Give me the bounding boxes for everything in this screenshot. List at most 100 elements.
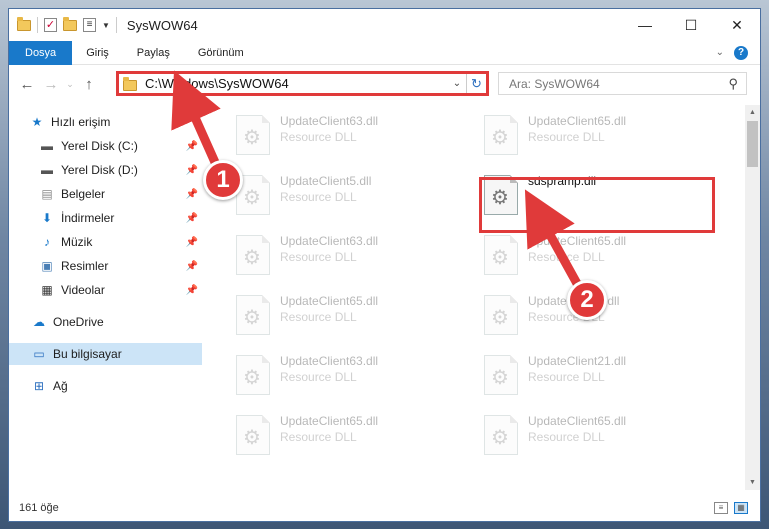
file-type: Resource DLL bbox=[280, 190, 357, 204]
drive-icon: ▬ bbox=[41, 163, 53, 177]
sidebar-item-network[interactable]: ⊞ Ağ bbox=[9, 375, 202, 397]
dll-file-icon bbox=[484, 295, 518, 335]
back-button[interactable]: ← bbox=[15, 76, 39, 93]
file-item[interactable]: UpdateClient63.dll Resource DLL bbox=[222, 231, 462, 281]
file-name: UpdateClient21.dll bbox=[528, 354, 627, 368]
file-name: UpdateClient65.dll bbox=[528, 114, 627, 128]
sidebar-item-pictures[interactable]: ▣ Resimler 📌 bbox=[9, 255, 202, 277]
pin-icon[interactable]: 📌 bbox=[186, 261, 198, 272]
tab-view[interactable]: Görünüm bbox=[184, 41, 258, 65]
scroll-thumb[interactable] bbox=[747, 121, 758, 167]
star-icon: ★ bbox=[31, 115, 43, 129]
file-item[interactable]: UpdateClient63.dll Resource DLL bbox=[222, 111, 462, 161]
video-icon: ▦ bbox=[41, 283, 53, 297]
large-icons-view-icon[interactable]: ▦ bbox=[734, 502, 748, 514]
file-item[interactable]: UpdateClient5.dll Resource DLL bbox=[222, 171, 462, 221]
refresh-button[interactable]: ↻ bbox=[466, 74, 486, 93]
file-item[interactable]: UpdateClient21.dll Resource DLL bbox=[470, 351, 710, 401]
search-input[interactable]: Ara: SysWOW64 ⚲ bbox=[498, 72, 747, 95]
sidebar-item-label: Yerel Disk (C:) bbox=[61, 139, 138, 153]
tab-home[interactable]: Giriş bbox=[72, 41, 123, 65]
recent-locations-button[interactable]: ⌄ bbox=[63, 79, 77, 90]
properties-icon[interactable]: ✓ bbox=[44, 18, 57, 32]
highlight-box-file bbox=[479, 177, 715, 233]
sidebar-item-videos[interactable]: ▦ Videolar 📌 bbox=[9, 279, 202, 301]
sidebar-item-local-disk-d[interactable]: ▬ Yerel Disk (D:) 📌 bbox=[9, 159, 202, 181]
file-type: Resource DLL bbox=[528, 130, 605, 144]
search-placeholder: Ara: SysWOW64 bbox=[509, 76, 600, 91]
chevron-down-icon[interactable]: ⌄ bbox=[448, 78, 466, 89]
forward-button[interactable]: → bbox=[39, 76, 63, 93]
file-type: Resource DLL bbox=[280, 130, 357, 144]
file-item[interactable]: UpdateClient65.dll Resource DLL bbox=[470, 411, 710, 461]
status-bar: 161 öğe ≡ ▦ bbox=[9, 495, 760, 521]
pin-icon[interactable]: 📌 bbox=[186, 141, 198, 152]
address-bar[interactable]: C:\Windows\SysWOW64 ⌄ ↻ bbox=[116, 71, 489, 96]
pin-icon[interactable]: 📌 bbox=[186, 165, 198, 176]
file-name: UpdateClient63.dll bbox=[280, 354, 379, 368]
file-name: UpdateClient63.dll bbox=[280, 114, 379, 128]
sidebar-item-label: Resimler bbox=[61, 259, 109, 273]
dll-file-icon bbox=[484, 235, 518, 275]
sidebar-item-quick-access[interactable]: ★ Hızlı erişim bbox=[9, 111, 202, 133]
scroll-up-icon[interactable]: ▲ bbox=[745, 105, 760, 120]
sidebar-item-music[interactable]: ♪ Müzik 📌 bbox=[9, 231, 202, 253]
maximize-button[interactable]: ☐ bbox=[668, 9, 714, 41]
file-item[interactable]: UpdateClient65.dll Resource DLL bbox=[222, 411, 462, 461]
dll-file-icon bbox=[236, 295, 270, 335]
help-icon[interactable]: ? bbox=[734, 45, 748, 60]
file-type: Resource DLL bbox=[528, 250, 605, 264]
file-name: UpdateClient65.dll bbox=[528, 414, 627, 428]
network-icon: ⊞ bbox=[33, 379, 45, 393]
sidebar-item-label: Ağ bbox=[53, 379, 68, 393]
vertical-scrollbar[interactable]: ▲ ▼ bbox=[745, 105, 760, 490]
file-item[interactable]: UpdateClient65.dll Resource DLL bbox=[222, 291, 462, 341]
sidebar-item-documents[interactable]: ▤ Belgeler 📌 bbox=[9, 183, 202, 205]
file-item[interactable]: UpdateClient63.dll Resource DLL bbox=[222, 351, 462, 401]
documents-icon: ▤ bbox=[41, 187, 53, 201]
sidebar-item-onedrive[interactable]: ☁ OneDrive bbox=[9, 311, 202, 333]
step-badge-1: 1 bbox=[203, 160, 243, 200]
chevron-down-icon[interactable]: ▼ bbox=[102, 21, 110, 30]
pin-icon[interactable]: 📌 bbox=[186, 213, 198, 224]
computer-icon: ▭ bbox=[33, 347, 45, 361]
folder-icon bbox=[17, 16, 31, 31]
sidebar-item-label: Videolar bbox=[61, 283, 105, 297]
file-type: Resource DLL bbox=[280, 310, 357, 324]
dll-file-icon bbox=[484, 355, 518, 395]
dll-file-icon bbox=[484, 115, 518, 155]
dll-file-icon bbox=[236, 355, 270, 395]
file-item[interactable]: UpdateClient65.dll Resource DLL bbox=[470, 111, 710, 161]
navigation-bar: ← → ⌄ ↑ C:\Windows\SysWOW64 ⌄ ↻ Ara: Sys… bbox=[9, 69, 760, 99]
pin-icon[interactable]: 📌 bbox=[186, 285, 198, 296]
sidebar-item-label: Hızlı erişim bbox=[51, 115, 111, 129]
sidebar-item-label: Yerel Disk (D:) bbox=[61, 163, 138, 177]
customize-icon[interactable]: ≡ bbox=[83, 18, 96, 32]
divider bbox=[37, 17, 38, 33]
pin-icon[interactable]: 📌 bbox=[186, 237, 198, 248]
file-item[interactable]: UpdateClient65.dll Resource DLL bbox=[470, 231, 710, 281]
sidebar-item-downloads[interactable]: ⬇ İndirmeler 📌 bbox=[9, 207, 202, 229]
address-path[interactable]: C:\Windows\SysWOW64 bbox=[145, 76, 448, 91]
file-type: Resource DLL bbox=[280, 370, 357, 384]
drive-icon: ▬ bbox=[41, 139, 53, 153]
scroll-down-icon[interactable]: ▼ bbox=[745, 475, 760, 490]
new-folder-icon[interactable] bbox=[63, 16, 77, 31]
search-icon: ⚲ bbox=[728, 75, 738, 91]
dll-file-icon bbox=[236, 415, 270, 455]
details-view-icon[interactable]: ≡ bbox=[714, 502, 728, 514]
expand-ribbon-icon[interactable]: ⌄ bbox=[716, 47, 724, 58]
up-button[interactable]: ↑ bbox=[77, 76, 101, 93]
sidebar-item-local-disk-c[interactable]: ▬ Yerel Disk (C:) 📌 bbox=[9, 135, 202, 157]
tab-file[interactable]: Dosya bbox=[9, 40, 73, 65]
tab-share[interactable]: Paylaş bbox=[123, 41, 184, 65]
sidebar-item-this-pc[interactable]: ▭ Bu bilgisayar bbox=[9, 343, 202, 365]
file-name: UpdateClient65.dll bbox=[280, 414, 379, 428]
close-button[interactable]: ✕ bbox=[714, 9, 760, 41]
minimize-button[interactable]: — bbox=[622, 9, 668, 41]
divider bbox=[115, 17, 117, 33]
sidebar-item-label: OneDrive bbox=[53, 315, 104, 329]
explorer-window: ✓ ≡ ▼ SysWOW64 — ☐ ✕ Dosya Giriş Paylaş … bbox=[8, 8, 761, 522]
pin-icon[interactable]: 📌 bbox=[186, 189, 198, 200]
quick-access-toolbar: ✓ ≡ ▼ bbox=[9, 16, 117, 33]
